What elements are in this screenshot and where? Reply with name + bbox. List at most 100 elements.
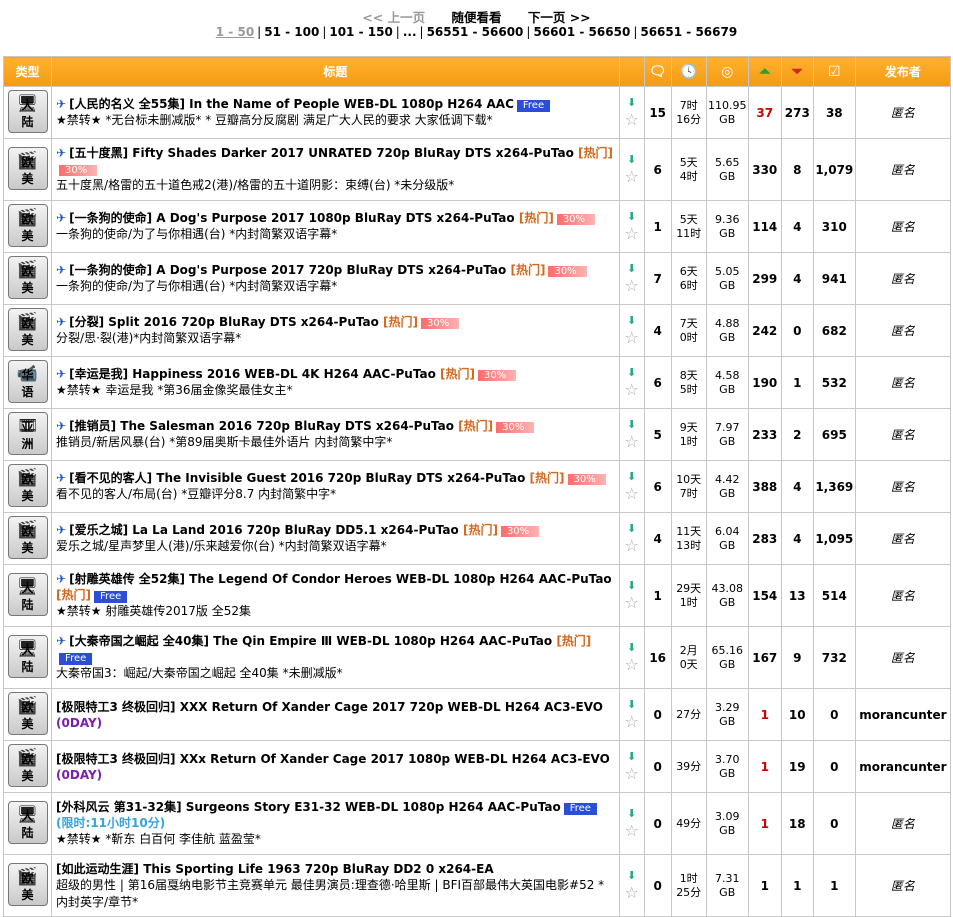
col-leechers[interactable]: ⏷ <box>780 56 814 87</box>
leechers-count[interactable]: 0 <box>780 304 814 357</box>
bookmark-star-icon[interactable]: ☆ <box>620 538 644 554</box>
bookmark-star-icon[interactable]: ☆ <box>620 278 644 294</box>
torrent-title-link[interactable]: [一条狗的使命] A Dog's Purpose 2017 1080p BluR… <box>69 211 515 225</box>
comments-count[interactable]: 1 <box>643 200 672 253</box>
comments-count[interactable]: 5 <box>643 408 672 461</box>
comments-count[interactable]: 0 <box>643 792 672 855</box>
leechers-count[interactable]: 18 <box>780 792 814 855</box>
completed-count[interactable]: 0 <box>812 792 856 855</box>
torrent-title-link[interactable]: [大秦帝国之崛起 全40集] The Qin Empire Ⅲ WEB-DL 1… <box>69 634 552 648</box>
download-icon[interactable]: ⬇ <box>625 315 639 327</box>
leechers-count[interactable]: 273 <box>780 86 814 139</box>
category-button[interactable]: 🖥 大陆 <box>7 572 48 616</box>
comments-count[interactable]: 15 <box>643 86 672 139</box>
uploader[interactable]: morancunter <box>854 740 952 793</box>
completed-count[interactable]: 310 <box>812 200 856 253</box>
col-seeders[interactable]: ⏶ <box>747 56 782 87</box>
download-icon[interactable]: ⬇ <box>625 419 639 431</box>
torrent-title-link[interactable]: [极限特工3 终极回归] XXX Return Of Xander Cage 2… <box>56 700 603 714</box>
completed-count[interactable]: 1 <box>812 854 856 917</box>
comments-count[interactable]: 0 <box>643 688 672 741</box>
download-icon[interactable]: ⬇ <box>625 523 639 535</box>
comments-count[interactable]: 4 <box>643 512 672 565</box>
leechers-count[interactable]: 4 <box>780 512 814 565</box>
bookmark-star-icon[interactable]: ☆ <box>620 595 644 611</box>
category-button[interactable]: 🖥 大陆 <box>7 634 48 678</box>
bookmark-star-icon[interactable]: ☆ <box>620 657 644 673</box>
seeders-count[interactable]: 37 <box>747 86 782 139</box>
page-link[interactable]: 56651 - 56679 <box>640 25 737 39</box>
download-icon[interactable]: ⬇ <box>625 870 639 882</box>
download-icon[interactable]: ⬇ <box>625 642 639 654</box>
page-link[interactable]: 51 - 100 <box>264 25 319 39</box>
torrent-title-link[interactable]: [幸运是我] Happiness 2016 WEB-DL 4K H264 AAC… <box>69 367 436 381</box>
category-button[interactable]: 🎬 欧美 <box>7 463 48 507</box>
bookmark-star-icon[interactable]: ☆ <box>620 112 644 128</box>
col-uploader[interactable]: 发布者 <box>854 56 952 87</box>
page-link[interactable]: 56601 - 56650 <box>533 25 630 39</box>
seeders-count[interactable]: 233 <box>747 408 782 461</box>
torrent-title-link[interactable]: [分裂] Split 2016 720p BluRay DTS x264-PuT… <box>69 315 379 329</box>
col-comments[interactable]: 🗨 <box>643 56 672 87</box>
download-icon[interactable]: ⬇ <box>625 580 639 592</box>
category-button[interactable]: 🎬 欧美 <box>7 307 48 351</box>
bookmark-star-icon[interactable]: ☆ <box>620 885 644 901</box>
bookmark-star-icon[interactable]: ☆ <box>620 382 644 398</box>
leechers-count[interactable]: 1 <box>780 854 814 917</box>
leechers-count[interactable]: 9 <box>780 626 814 689</box>
col-completed[interactable]: ☑ <box>812 56 856 87</box>
seeders-count[interactable]: 167 <box>747 626 782 689</box>
completed-count[interactable]: 0 <box>812 740 856 793</box>
comments-count[interactable]: 6 <box>643 138 672 201</box>
comments-count[interactable]: 0 <box>643 740 672 793</box>
bookmark-star-icon[interactable]: ☆ <box>620 169 644 185</box>
leechers-count[interactable]: 10 <box>780 688 814 741</box>
torrent-title-link[interactable]: [爱乐之城] La La Land 2016 720p BluRay DD5.1… <box>69 523 459 537</box>
category-button[interactable]: 🎬 欧美 <box>7 743 48 787</box>
seeders-count[interactable]: 299 <box>747 252 782 305</box>
bookmark-star-icon[interactable]: ☆ <box>620 766 644 782</box>
torrent-title-link[interactable]: [射雕英雄传 全52集] The Legend Of Condor Heroes… <box>69 572 612 586</box>
completed-count[interactable]: 1,369 <box>812 460 856 513</box>
completed-count[interactable]: 1,095 <box>812 512 856 565</box>
category-button[interactable]: 🎬 欧美 <box>7 515 48 559</box>
completed-count[interactable]: 514 <box>812 564 856 627</box>
download-icon[interactable]: ⬇ <box>625 97 639 109</box>
category-button[interactable]: 🎬 欧美 <box>7 862 48 906</box>
random-link[interactable]: 随便看看 <box>451 10 501 25</box>
bookmark-star-icon[interactable]: ☆ <box>620 226 644 242</box>
torrent-title-link[interactable]: [外科风云 第31-32集] Surgeons Story E31-32 WEB… <box>56 800 561 814</box>
seeders-count[interactable]: 190 <box>747 356 782 409</box>
torrent-title-link[interactable]: [一条狗的使命] A Dog's Purpose 2017 720p BluRa… <box>69 263 506 277</box>
category-button[interactable]: 📹 华语 <box>7 359 48 403</box>
category-button[interactable]: 🖥 大陆 <box>7 800 48 844</box>
comments-count[interactable]: 0 <box>643 854 672 917</box>
torrent-title-link[interactable]: [五十度黑] Fifty Shades Darker 2017 UNRATED … <box>69 146 574 160</box>
seeders-count[interactable]: 388 <box>747 460 782 513</box>
bookmark-star-icon[interactable]: ☆ <box>620 330 644 346</box>
leechers-count[interactable]: 8 <box>780 138 814 201</box>
seeders-count[interactable]: 154 <box>747 564 782 627</box>
torrent-title-link[interactable]: [看不见的客人] The Invisible Guest 2016 720p B… <box>69 471 525 485</box>
bookmark-star-icon[interactable]: ☆ <box>620 714 644 730</box>
completed-count[interactable]: 1,079 <box>812 138 856 201</box>
leechers-count[interactable]: 2 <box>780 408 814 461</box>
comments-count[interactable]: 16 <box>643 626 672 689</box>
leechers-count[interactable]: 4 <box>780 200 814 253</box>
leechers-count[interactable]: 4 <box>780 460 814 513</box>
download-icon[interactable]: ⬇ <box>625 699 639 711</box>
torrent-title-link[interactable]: [如此运动生涯] This Sporting Life 1963 720p Bl… <box>56 862 494 876</box>
next-page-link[interactable]: 下一页 >> <box>528 10 591 25</box>
category-button[interactable]: 🎞 亚洲 <box>7 411 48 455</box>
category-button[interactable]: 🎬 欧美 <box>7 146 48 190</box>
comments-count[interactable]: 6 <box>643 356 672 409</box>
seeders-count[interactable]: 114 <box>747 200 782 253</box>
download-icon[interactable]: ⬇ <box>625 751 639 763</box>
col-time[interactable]: 🕓 <box>670 56 707 87</box>
bookmark-star-icon[interactable]: ☆ <box>620 486 644 502</box>
category-button[interactable]: 🎬 欧美 <box>7 255 48 299</box>
download-icon[interactable]: ⬇ <box>625 808 639 820</box>
seeders-count[interactable]: 1 <box>747 792 782 855</box>
comments-count[interactable]: 4 <box>643 304 672 357</box>
completed-count[interactable]: 0 <box>812 688 856 741</box>
